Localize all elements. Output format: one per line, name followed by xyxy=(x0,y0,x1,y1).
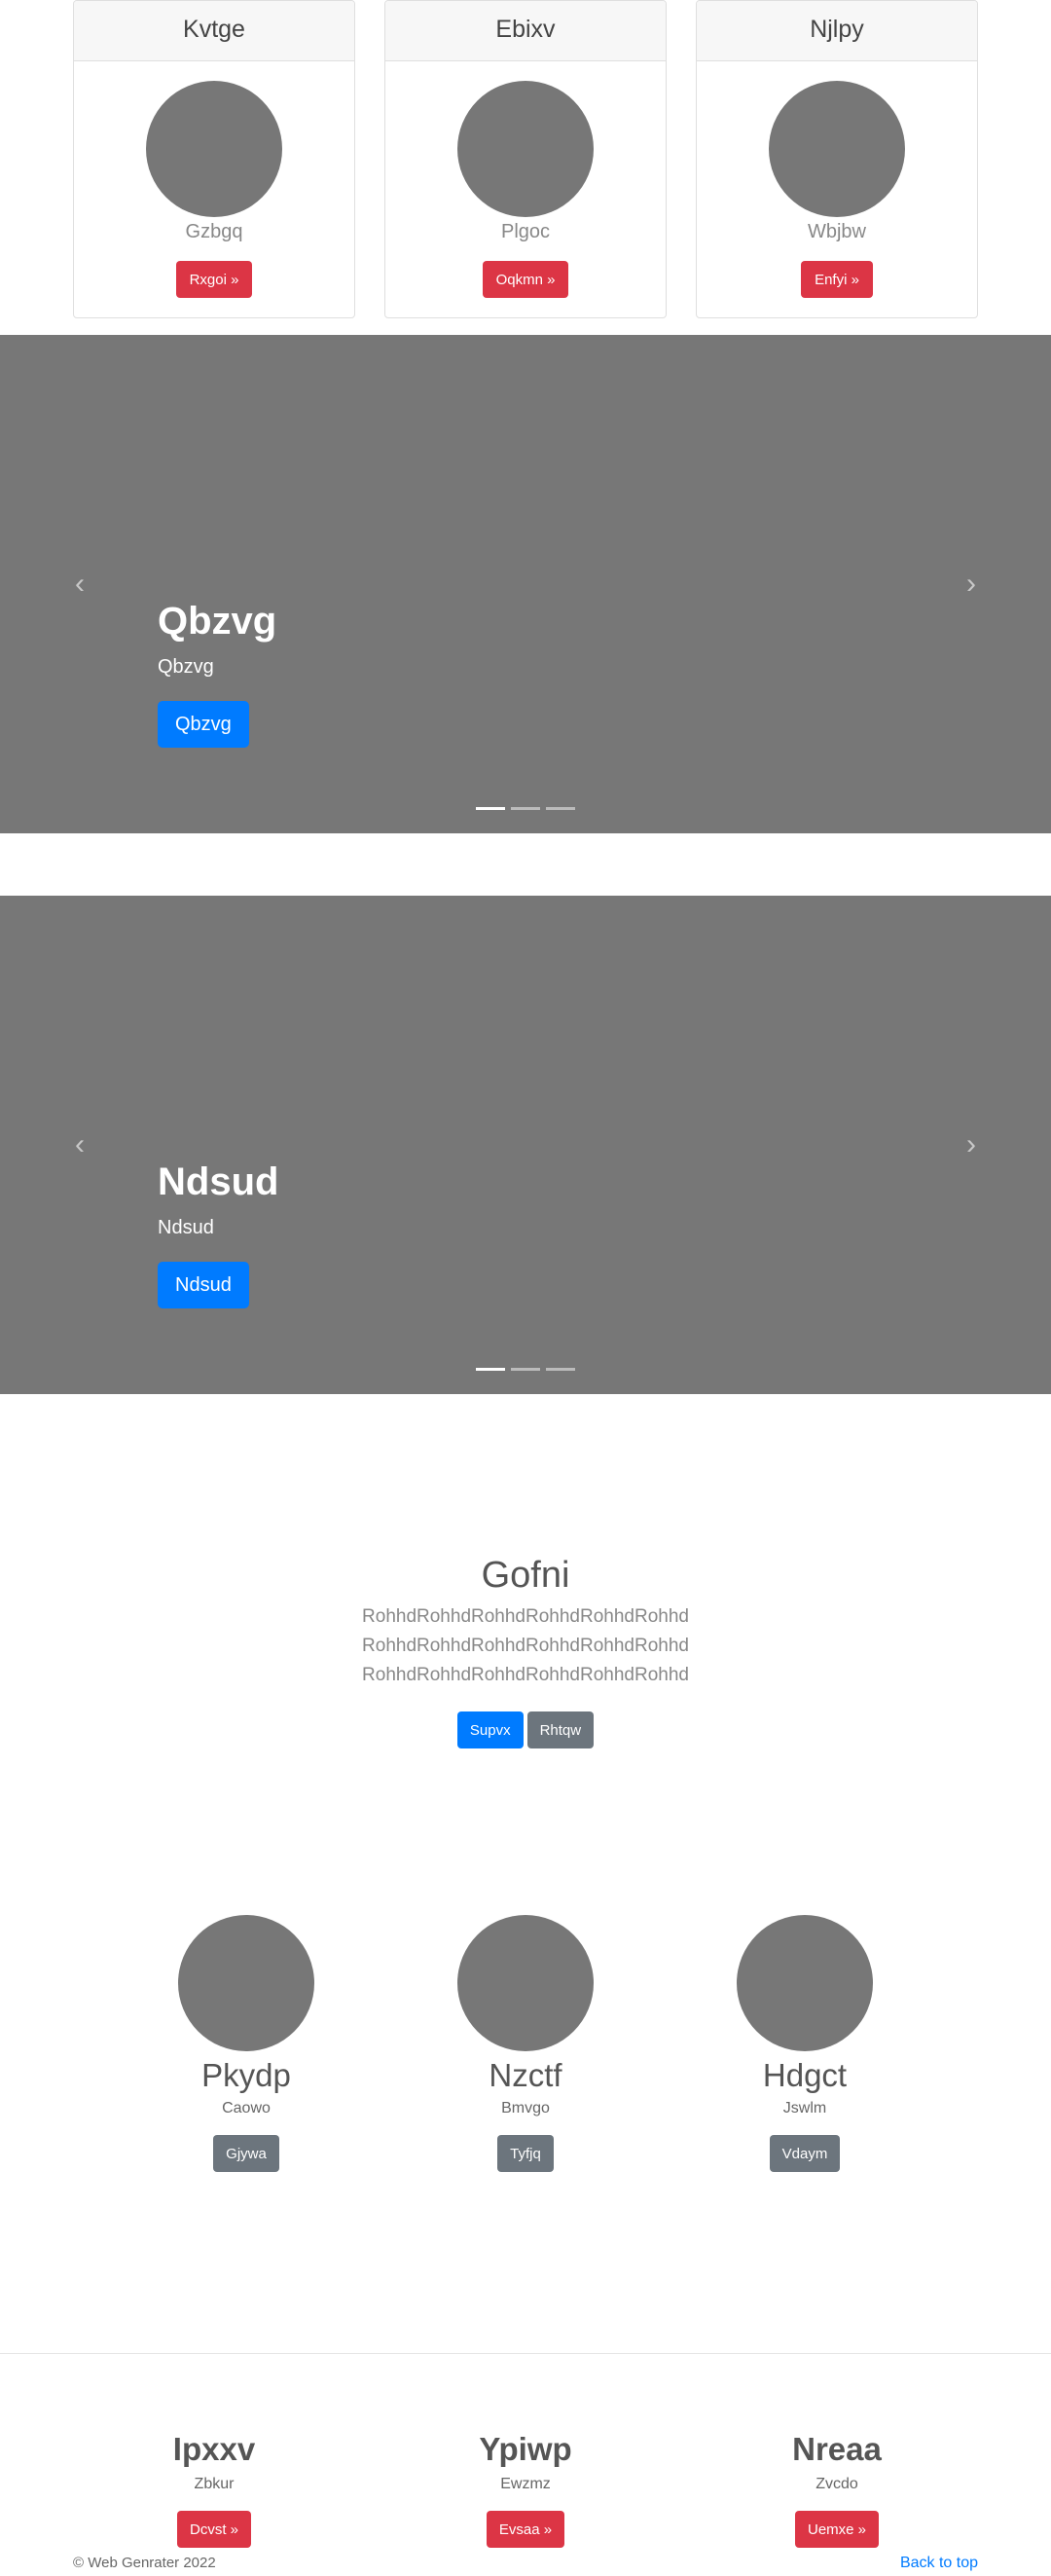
feature-subtitle: Ewzmz xyxy=(500,2476,551,2492)
carousel-caption-title: Qbzvg xyxy=(158,600,277,643)
feature-title: Ypiwp xyxy=(479,2431,572,2467)
carousel-caption-subtitle: Ndsud xyxy=(158,1217,214,1238)
feature-title: Nreaa xyxy=(792,2431,882,2467)
avatar xyxy=(737,1915,873,2051)
carousel-indicators xyxy=(0,807,1051,810)
carousel-indicator[interactable] xyxy=(511,807,540,810)
card-subtitle: Gzbgq xyxy=(185,221,243,242)
avatar xyxy=(457,1915,594,2051)
card-title: Kvtge xyxy=(74,1,354,61)
chevron-right-icon[interactable]: › xyxy=(960,1129,983,1160)
feature-button[interactable]: Uemxe » xyxy=(794,2511,880,2548)
back-to-top-link[interactable]: Back to top xyxy=(900,2555,978,2572)
carousel-indicator[interactable] xyxy=(476,1368,505,1371)
card-row: Kvtge Gzbgq Rxgoi » Ebixv Plgoc Oqkmn » … xyxy=(73,0,978,319)
chevron-left-icon[interactable]: ‹ xyxy=(68,1129,91,1160)
carousel-indicator[interactable] xyxy=(546,807,575,810)
carousel-caption-button[interactable]: Qbzvg xyxy=(158,701,249,748)
chevron-right-icon[interactable]: › xyxy=(960,569,983,600)
card: Ebixv Plgoc Oqkmn » xyxy=(384,0,667,318)
hero-section: Gofni RohhdRohhdRohhdRohhdRohhdRohhd Roh… xyxy=(0,1548,1051,1748)
feature-button[interactable]: Dcvst » xyxy=(176,2511,251,2548)
feature-column: Ypiwp Ewzmz Evsaa » xyxy=(380,2429,671,2548)
feature-column: Ipxxv Zbkur Dcvst » xyxy=(68,2429,360,2548)
carousel: ‹ › Ndsud Ndsud Ndsud xyxy=(0,896,1051,1394)
person-name: Pkydp xyxy=(201,2057,291,2093)
carousel-caption-button[interactable]: Ndsud xyxy=(158,1262,249,1308)
carousel-indicator[interactable] xyxy=(476,807,505,810)
card-image xyxy=(457,81,594,217)
feature-subtitle: Zbkur xyxy=(194,2476,235,2492)
hero-text-line: RohhdRohhdRohhdRohhdRohhdRohhd xyxy=(362,1606,689,1627)
carousel-indicator[interactable] xyxy=(511,1368,540,1371)
person-column: Pkydp Caowo Gjywa xyxy=(100,1915,392,2172)
card-title: Ebixv xyxy=(385,1,666,61)
person-button[interactable]: Gjywa xyxy=(213,2135,279,2172)
hero-text-line: RohhdRohhdRohhdRohhdRohhdRohhd xyxy=(362,1665,689,1685)
card-subtitle: Wbjbw xyxy=(807,221,866,242)
hero-primary-button[interactable]: Supvx xyxy=(456,1711,524,1748)
carousel-indicators xyxy=(0,1368,1051,1371)
person-column: Hdgct Jswlm Vdaym xyxy=(659,1915,951,2172)
carousel-indicator[interactable] xyxy=(546,1368,575,1371)
card-button[interactable]: Rxgoi » xyxy=(175,261,253,298)
card-title: Njlpy xyxy=(697,1,977,61)
carousel: ‹ › Qbzvg Qbzvg Qbzvg xyxy=(0,335,1051,833)
person-subtitle: Caowo xyxy=(222,2100,271,2116)
carousel-caption-subtitle: Qbzvg xyxy=(158,656,214,678)
person-subtitle: Jswlm xyxy=(782,2100,827,2116)
card-image xyxy=(769,81,905,217)
person-column: Nzctf Bmvgo Tyfjq xyxy=(380,1915,671,2172)
card-image xyxy=(146,81,282,217)
feature-button[interactable]: Evsaa » xyxy=(486,2511,565,2548)
person-button[interactable]: Vdaym xyxy=(769,2135,841,2172)
hero-title: Gofni xyxy=(481,1555,570,1596)
person-name: Nzctf xyxy=(489,2057,562,2093)
chevron-left-icon[interactable]: ‹ xyxy=(68,569,91,600)
hero-buttons: Supvx Rhtqw xyxy=(0,1711,1051,1748)
hero-text-line: RohhdRohhdRohhdRohhdRohhdRohhd xyxy=(362,1636,689,1656)
hero-secondary-button[interactable]: Rhtqw xyxy=(526,1711,595,1748)
section-divider xyxy=(0,2353,1051,2354)
card: Njlpy Wbjbw Enfyi » xyxy=(696,0,978,318)
avatar xyxy=(178,1915,314,2051)
card-button[interactable]: Enfyi » xyxy=(801,261,873,298)
footer-copyright: © Web Genrater 2022 xyxy=(73,2555,216,2571)
card-subtitle: Plgoc xyxy=(500,221,551,242)
person-name: Hdgct xyxy=(762,2057,848,2093)
card: Kvtge Gzbgq Rxgoi » xyxy=(73,0,355,318)
person-subtitle: Bmvgo xyxy=(501,2100,550,2116)
card-button[interactable]: Oqkmn » xyxy=(482,261,569,298)
feature-title: Ipxxv xyxy=(172,2431,256,2467)
feature-column: Nreaa Zvcdo Uemxe » xyxy=(691,2429,983,2548)
carousel-caption-title: Ndsud xyxy=(158,1160,279,1203)
person-button[interactable]: Tyfjq xyxy=(497,2135,554,2172)
feature-subtitle: Zvcdo xyxy=(815,2476,858,2492)
